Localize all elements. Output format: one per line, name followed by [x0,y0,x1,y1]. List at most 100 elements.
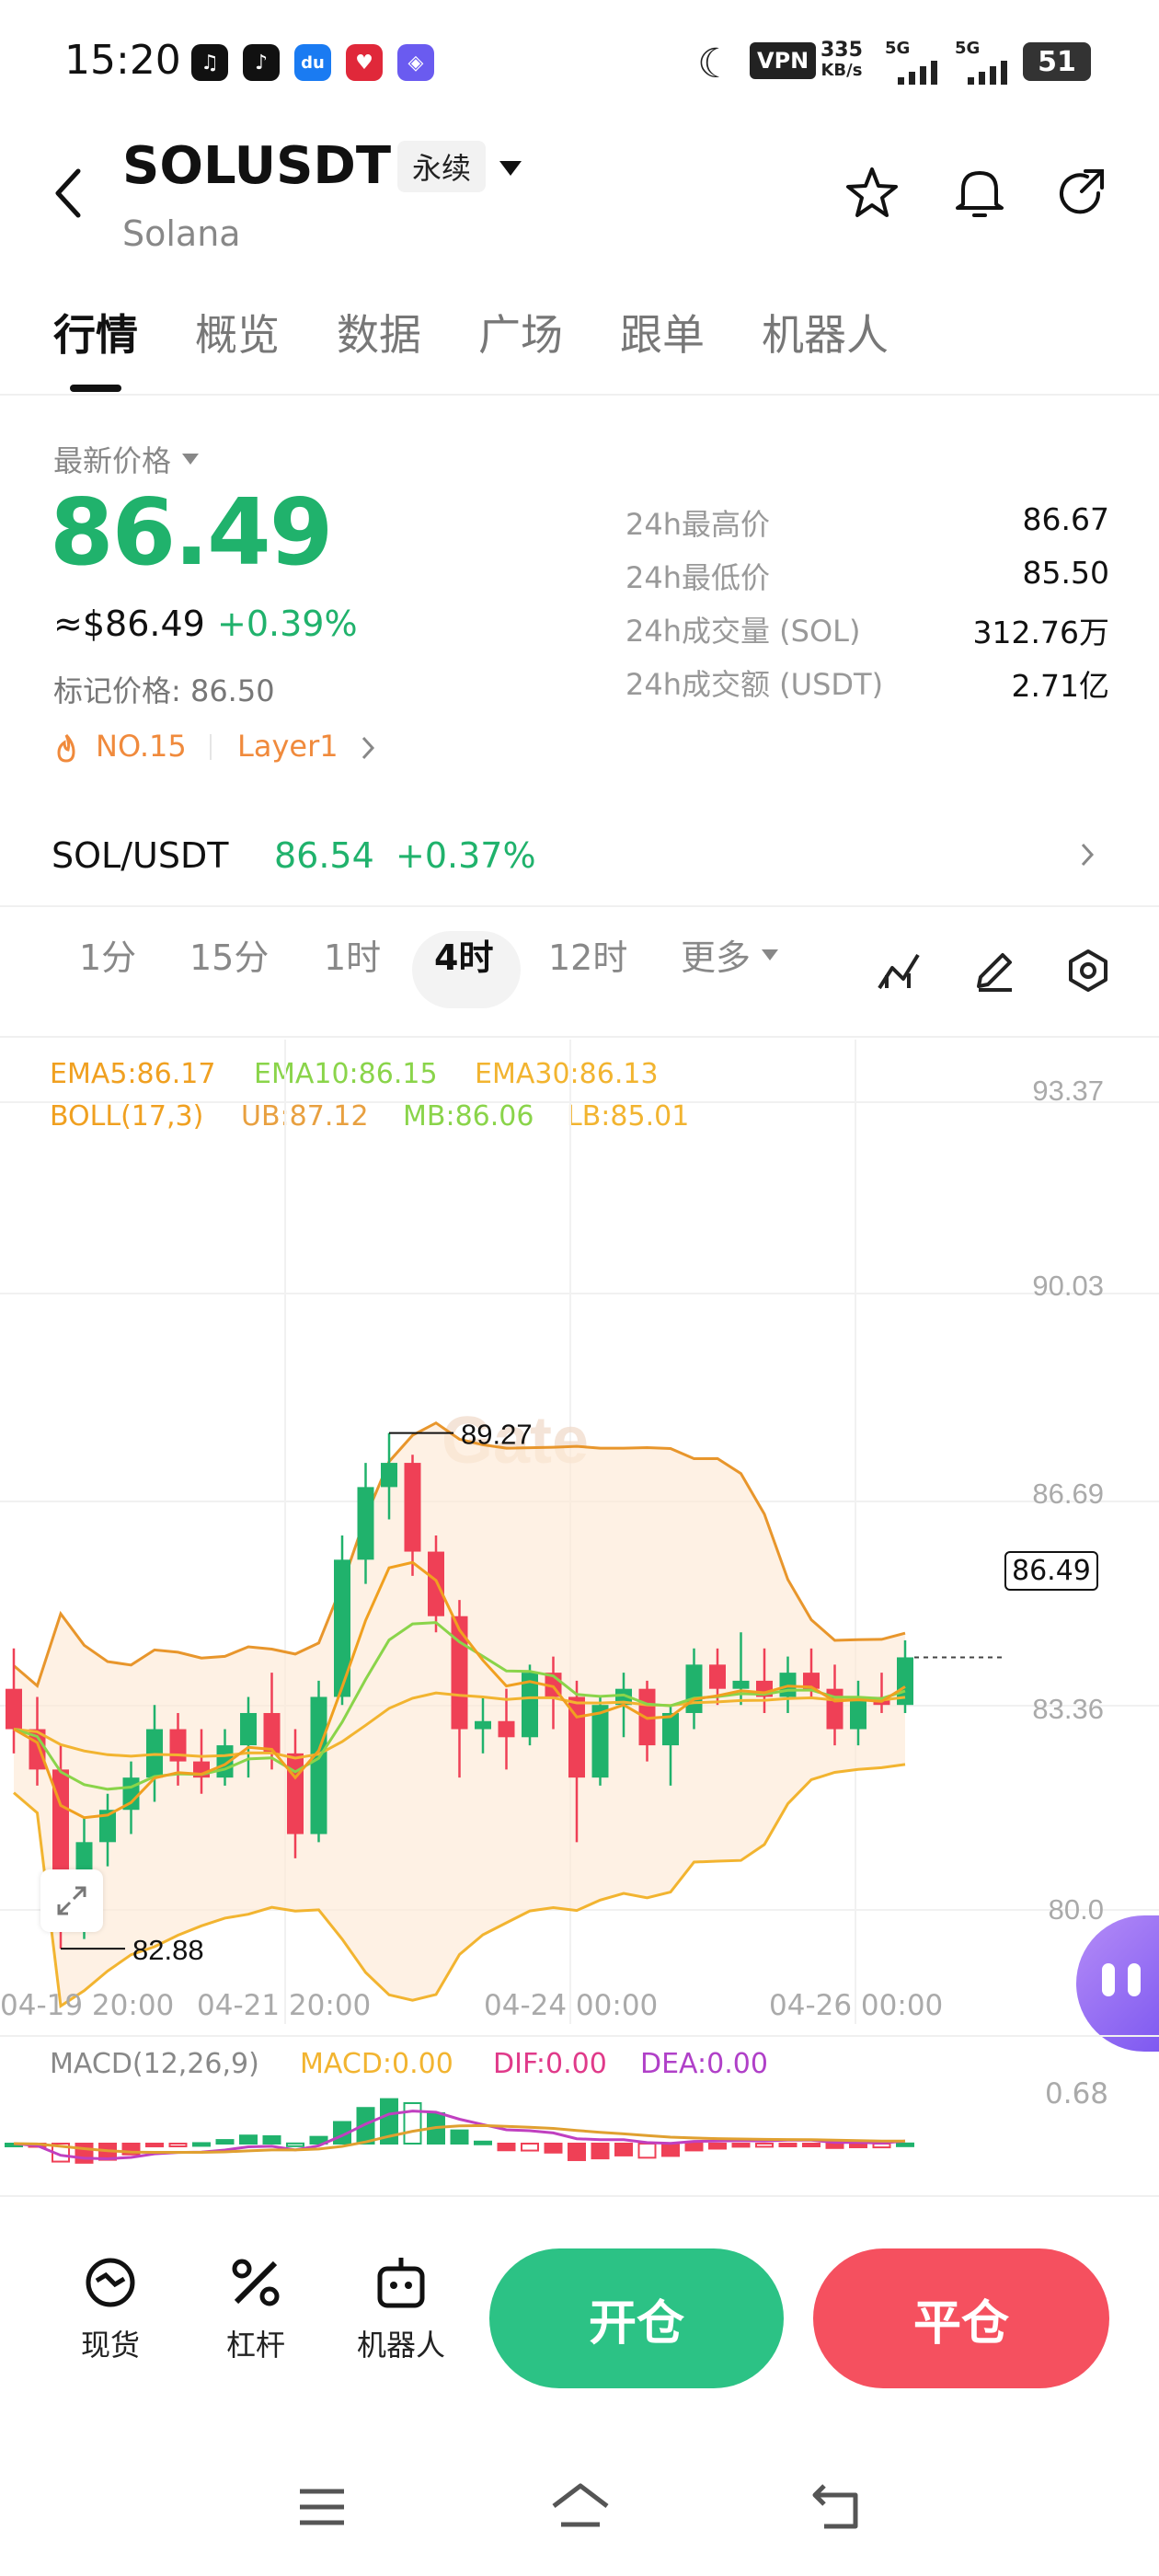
interval-4h[interactable]: 4时 [434,929,493,980]
stat-high-label: 24h最高价 [625,507,771,542]
tab-indicator [70,385,121,392]
interval-12h[interactable]: 12时 [548,929,627,980]
back-nav-icon[interactable] [809,2480,865,2532]
divider [0,905,1159,907]
tab-copy-trade[interactable]: 跟单 [620,302,705,362]
macd-bar [239,2134,258,2145]
macd-bar [145,2143,164,2148]
chevron-right-icon[interactable] [359,734,377,762]
home-nav-icon[interactable] [548,2478,613,2534]
leverage-tool[interactable]: 杠杆 [201,2250,311,2364]
dea-value: DEA:0.00 [640,2048,768,2080]
high-marker-label: 89.27 [461,1419,533,1451]
macd-bar [521,2143,539,2152]
indicator-icon[interactable] [876,948,922,994]
interval-more[interactable]: 更多 [681,929,780,980]
time-tick: 04-21 20:00 [197,1989,372,2022]
du-app-icon: du [294,44,331,81]
heart-app-icon: ♥ [346,44,383,81]
macd-bar [168,2143,188,2147]
macd-bar [215,2139,235,2145]
interval-1h[interactable]: 1时 [324,929,381,980]
notification-icons: ♫ ♪ du ♥ ◈ [191,44,434,81]
macd-bar [825,2143,844,2149]
rank-badge[interactable]: NO.15 [96,729,187,764]
macd-legend: MACD(12,26,9) [50,2048,259,2080]
shield-app-icon: ◈ [397,44,434,81]
macd-bar [637,2143,657,2159]
caret-down-icon[interactable] [497,158,524,178]
caret-down-icon [762,949,779,960]
sector-tag[interactable]: Layer1 [237,729,339,764]
spot-change: +0.37% [396,835,536,876]
symbol-name: Solana [122,213,241,254]
share-icon[interactable] [1054,166,1109,221]
close-position-button[interactable]: 平仓 [813,2248,1109,2388]
menu-nav-icon[interactable] [296,2484,348,2530]
battery-icon: 51 [1023,42,1091,81]
bot-tool-label: 机器人 [356,2328,445,2363]
low-marker-label: 82.88 [132,1934,204,1966]
macd-bar [755,2143,774,2148]
macd-bar [192,2142,211,2147]
tab-bots[interactable]: 机器人 [762,302,889,362]
stat-high-value: 86.67 [1022,501,1109,537]
price-tick: 86.69 [1032,1478,1104,1510]
open-position-button[interactable]: 开仓 [489,2248,784,2388]
tab-overview[interactable]: 概览 [195,302,280,362]
spot-icon [86,2258,135,2307]
stat-turnover-label: 24h成交额 (USDT) [625,667,884,702]
interval-1m[interactable]: 1分 [79,929,136,980]
last-price-label-text: 最新价格 [53,443,172,478]
interval-15m[interactable]: 15分 [189,929,269,980]
stat-low-value: 85.50 [1022,555,1109,591]
divider [0,394,1159,396]
macd-value: MACD:0.00 [300,2048,453,2080]
settings-hexagon-icon[interactable] [1065,948,1111,994]
back-icon[interactable] [51,166,87,221]
kline-chart[interactable]: Gate 89.2782.88 93.3790.0386.6983.3680.0 [0,1040,1159,2033]
stat-turnover-value: 2.71亿 [1011,668,1109,704]
stat-volume-label: 24h成交量 (SOL) [625,614,861,649]
divider [0,2035,1159,2037]
draw-pen-icon[interactable] [971,948,1017,994]
tab-market[interactable]: 行情 [53,302,138,362]
leverage-tool-label: 杠杆 [225,2328,285,2363]
spot-tool[interactable]: 现货 [55,2250,166,2364]
spot-pair-row[interactable]: SOL/USDT 86.54 +0.37% [0,804,1159,905]
last-price-label[interactable]: 最新价格 [53,438,201,480]
macd-bar [708,2143,727,2150]
spot-tool-label: 现货 [80,2328,140,2363]
stat-low-label: 24h最低价 [625,560,771,595]
mark-price: 标记价格: 86.50 [53,673,275,708]
bell-icon[interactable] [952,164,1007,221]
price-tick: 93.37 [1032,1075,1104,1107]
divider [210,734,212,760]
expand-chart-button[interactable] [40,1869,103,1932]
macd-bar [544,2143,563,2154]
macd-bar [568,2143,586,2161]
signal-5g-2: 5G [955,39,1019,90]
leverage-percent-icon [232,2259,280,2306]
bot-tool[interactable]: 机器人 [346,2250,456,2364]
tiktok-app-icon: ♪ [243,44,280,81]
price-tick: 90.03 [1032,1270,1104,1302]
time-tick: 04-26 00:00 [769,1989,944,2022]
moon-icon: ☾ [697,40,734,87]
macd-bar [614,2143,633,2156]
expand-icon [57,1886,86,1915]
price-change: +0.39% [217,604,358,644]
net2-label: 5G [955,39,981,58]
macd-bar [286,2142,304,2147]
contract-type-badge[interactable]: 永续 [397,141,487,192]
tab-square[interactable]: 广场 [478,302,563,362]
macd-bar [731,2143,751,2148]
tab-data[interactable]: 数据 [337,302,421,362]
star-icon[interactable] [844,166,900,221]
chevron-right-icon [1081,843,1095,867]
last-price: 86.49 [50,478,333,586]
macd-chart [5,2098,914,2164]
macd-bar [262,2135,281,2145]
usd-price: ≈$86.49 [53,604,205,644]
time-tick: 04-19 20:00 [0,1989,175,2022]
